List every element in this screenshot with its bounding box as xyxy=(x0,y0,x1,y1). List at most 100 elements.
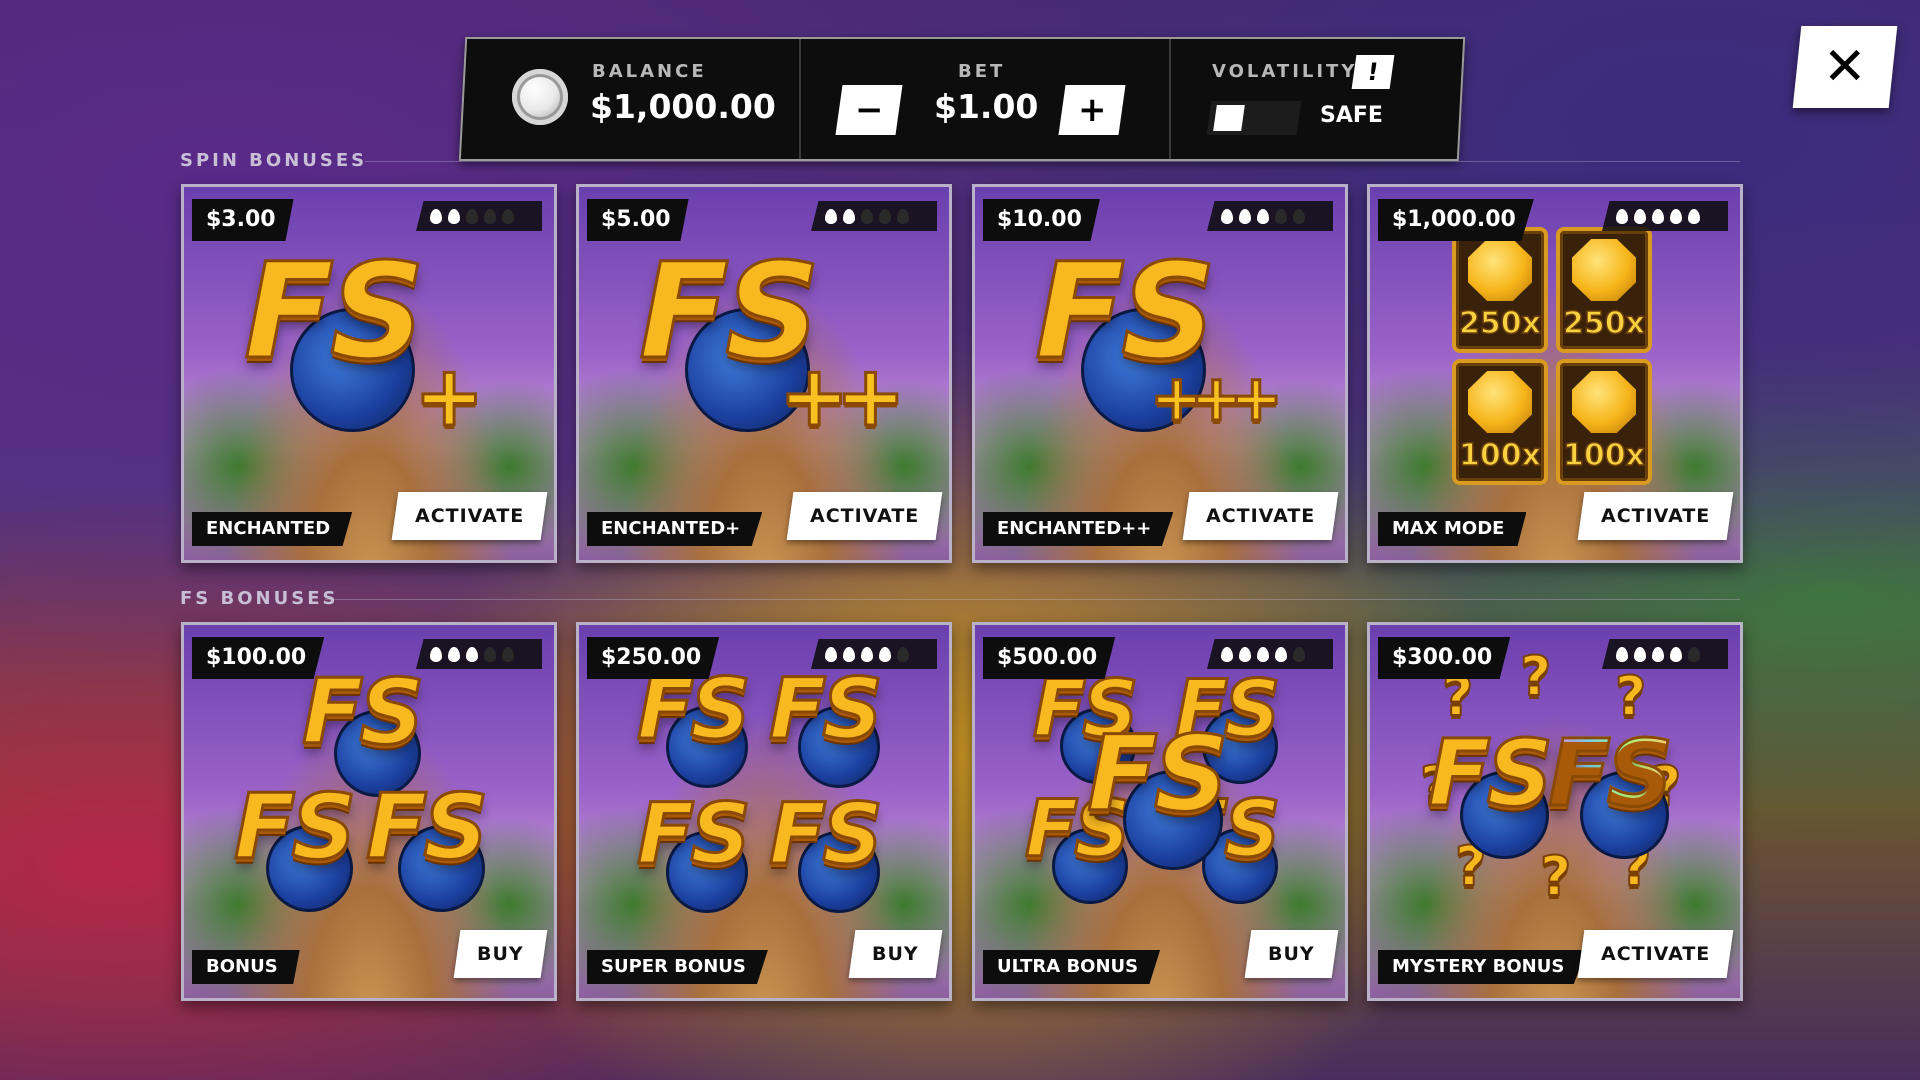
bonus-card: ????????FSFS$300.00MYSTERY BONUSACTIVATE xyxy=(1367,622,1743,1001)
volatility-rating xyxy=(1207,639,1333,669)
divider xyxy=(799,39,801,159)
buy-button[interactable]: BUY xyxy=(848,930,943,978)
flame-icon xyxy=(825,208,837,224)
flame-icon xyxy=(1239,208,1251,224)
flame-icon xyxy=(1257,208,1269,224)
flame-icon xyxy=(879,646,891,662)
flame-icon xyxy=(1275,646,1287,662)
balance-label: BALANCE xyxy=(592,61,707,82)
volatility-rating xyxy=(416,201,542,231)
flame-icon xyxy=(1634,208,1646,224)
toggle-knob xyxy=(1213,105,1245,131)
question-mark-icon: ? xyxy=(1519,644,1552,709)
multiplier-label: 250x xyxy=(1458,305,1541,342)
bonus-card: FS + $3.00 ENCHANTED ACTIVATE xyxy=(181,184,557,563)
activate-button[interactable]: ACTIVATE xyxy=(786,492,943,540)
flame-icon xyxy=(861,646,873,662)
flame-icon xyxy=(1293,208,1305,224)
flame-icon xyxy=(1670,646,1682,662)
volatility-value: SAFE xyxy=(1320,103,1383,128)
flame-icon xyxy=(1275,208,1287,224)
volatility-info-icon[interactable]: ! xyxy=(1351,55,1395,89)
flame-icon xyxy=(1652,646,1664,662)
activate-button[interactable]: ACTIVATE xyxy=(1577,930,1734,978)
flame-icon xyxy=(502,208,514,224)
volatility-rating xyxy=(416,639,542,669)
bonus-card: FS FS FS FS FS $500.00 ULTRA BONUS BUY xyxy=(972,622,1348,1001)
flame-icon xyxy=(502,646,514,662)
flame-icon xyxy=(1688,646,1700,662)
flame-icon xyxy=(1616,646,1628,662)
volatility-toggle[interactable] xyxy=(1206,101,1302,135)
plus-icon: +++ xyxy=(1149,361,1285,438)
activate-button[interactable]: ACTIVATE xyxy=(1182,492,1339,540)
bet-decrease-button[interactable]: − xyxy=(835,85,903,135)
bonus-card: FS +++ $10.00 ENCHANTED++ ACTIVATE xyxy=(972,184,1348,563)
divider xyxy=(1169,39,1171,159)
fs-logo-text: FS xyxy=(768,784,885,885)
flame-icon xyxy=(430,208,442,224)
multiplier-tile: 250x xyxy=(1556,227,1652,353)
flame-icon xyxy=(1257,646,1269,662)
bonus-name: ENCHANTED++ xyxy=(983,512,1174,546)
coin-icon xyxy=(512,69,568,125)
section-divider-line xyxy=(365,161,1740,162)
flame-icon xyxy=(1688,208,1700,224)
price-tag: $1,000.00 xyxy=(1378,199,1534,241)
activate-button[interactable]: ACTIVATE xyxy=(1577,492,1734,540)
section-title: FS BONUSES xyxy=(180,588,339,609)
bonus-card: FS FS FS $100.00 BONUS BUY xyxy=(181,622,557,1001)
question-mark-icon: ? xyxy=(1614,664,1647,729)
price-tag: $5.00 xyxy=(587,199,689,241)
fs-logo-text: FS xyxy=(242,234,426,391)
volatility-rating xyxy=(1207,201,1333,231)
price-tag: $3.00 xyxy=(192,199,294,241)
plus-icon: ++ xyxy=(778,346,908,447)
bonus-name: SUPER BONUS xyxy=(587,950,768,984)
flame-icon xyxy=(1293,646,1305,662)
price-tag: $300.00 xyxy=(1378,637,1511,679)
multiplier-tile: 100x xyxy=(1556,359,1652,485)
flame-icon xyxy=(861,208,873,224)
close-icon: ✕ xyxy=(1823,37,1867,97)
bonus-name: MAX MODE xyxy=(1378,512,1527,546)
volatility-rating xyxy=(811,201,937,231)
flame-icon xyxy=(1221,646,1233,662)
price-tag: $500.00 xyxy=(983,637,1116,679)
fs-logo-text: FS xyxy=(232,774,357,882)
gem-icon xyxy=(1468,239,1532,301)
flame-icon xyxy=(466,208,478,224)
bonus-name: ENCHANTED+ xyxy=(587,512,763,546)
activate-button[interactable]: ACTIVATE xyxy=(391,492,548,540)
flame-icon xyxy=(843,646,855,662)
flame-icon xyxy=(843,208,855,224)
flame-icon xyxy=(1239,646,1251,662)
flame-icon xyxy=(825,646,837,662)
bonus-card: FS ++ $5.00 ENCHANTED+ ACTIVATE xyxy=(576,184,952,563)
bonus-card: 250x 250x 100x 100x $1,000.00 MAX MODE ACTIVAT… xyxy=(1367,184,1743,563)
volatility-rating xyxy=(811,639,937,669)
fs-logo-text: FS xyxy=(636,784,753,885)
flame-icon xyxy=(484,208,496,224)
buy-button[interactable]: BUY xyxy=(1244,930,1339,978)
bet-increase-button[interactable]: + xyxy=(1058,85,1126,135)
close-button[interactable]: ✕ xyxy=(1792,26,1898,108)
bonus-card: FS FS FS FS $250.00 SUPER BONUS BUY xyxy=(576,622,952,1001)
price-tag: $250.00 xyxy=(587,637,720,679)
bet-label: BET xyxy=(958,61,1006,82)
multiplier-label: 100x xyxy=(1458,437,1541,474)
flame-icon xyxy=(1652,208,1664,224)
bonus-name: ULTRA BONUS xyxy=(983,950,1161,984)
price-tag: $10.00 xyxy=(983,199,1100,241)
flame-icon xyxy=(430,646,442,662)
gem-icon xyxy=(1572,239,1636,301)
flame-icon xyxy=(897,208,909,224)
section-title: SPIN BONUSES xyxy=(180,150,368,171)
flame-icon xyxy=(448,208,460,224)
fs-logo-text: FS xyxy=(1426,719,1554,829)
buy-button[interactable]: BUY xyxy=(453,930,548,978)
flame-icon xyxy=(897,646,909,662)
multiplier-label: 100x xyxy=(1562,437,1645,474)
price-tag: $100.00 xyxy=(192,637,325,679)
flame-icon xyxy=(466,646,478,662)
